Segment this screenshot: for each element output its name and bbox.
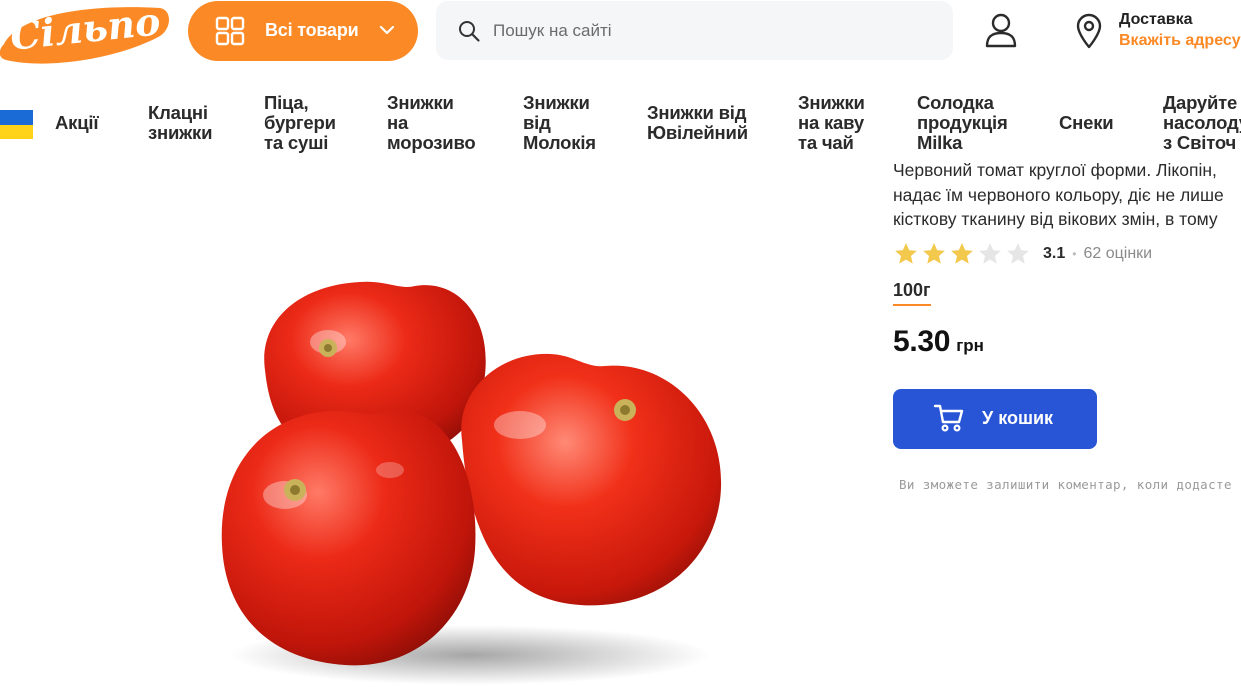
- nav-item-label: Знижки від: [647, 102, 747, 123]
- nav-item[interactable]: Даруйте насолоду з Світоч: [1163, 93, 1241, 153]
- search-bar: [436, 1, 953, 60]
- nav-item[interactable]: Знижки від Ювілейний: [647, 103, 748, 143]
- nav-item-label: Знижки: [798, 92, 865, 113]
- silpo-logo[interactable]: Сільпо: [0, 0, 172, 66]
- nav-item[interactable]: Снеки: [1059, 112, 1114, 133]
- product-price: 5.30 грн: [893, 325, 984, 359]
- rating-stars: [893, 241, 1033, 267]
- nav-item-label: Milka: [917, 132, 963, 153]
- nav-item-label: Солодка: [917, 92, 994, 113]
- nav-item-label: продукція: [917, 112, 1008, 133]
- nav-item[interactable]: Солодка продукція Milka: [917, 93, 1008, 153]
- nav-item[interactable]: Знижки на каву та чай: [798, 93, 865, 153]
- product-image: [221, 281, 722, 685]
- weight-option[interactable]: 100г: [893, 280, 931, 306]
- chevron-down-icon: [379, 25, 395, 35]
- nav-item-label: бургери: [264, 112, 336, 133]
- comment-note: Ви зможете залишити коментар, коли додас…: [899, 477, 1232, 492]
- grid-icon: [215, 16, 245, 46]
- separator-dot: •: [1072, 247, 1077, 261]
- price-value: 5.30: [893, 325, 951, 358]
- star-filled-icon: [895, 242, 917, 264]
- nav-item[interactable]: Знижки від Молокія: [523, 93, 596, 153]
- nav-item-label: та чай: [798, 132, 854, 153]
- nav-item-label: та суші: [264, 132, 329, 153]
- nav-item-label: морозиво: [387, 132, 476, 153]
- delivery-title: Доставка: [1119, 11, 1193, 28]
- price-currency: грн: [956, 336, 984, 355]
- search-icon[interactable]: [457, 19, 481, 43]
- logo-text: Сільпо: [8, 0, 162, 59]
- product-rating[interactable]: 3.1 • 62 оцінки: [893, 240, 1152, 268]
- description-line: Червоний томат круглої форми. Лікопін,: [893, 160, 1217, 180]
- nav-item-label: Знижки: [387, 92, 454, 113]
- nav-item[interactable]: Клацні знижки: [148, 103, 212, 143]
- nav-item[interactable]: Акції: [55, 112, 99, 133]
- add-to-cart-label: У кошик: [982, 408, 1054, 428]
- nav-item-label: Молокія: [523, 132, 596, 153]
- nav-item-label: на каву: [798, 112, 864, 133]
- nav-item-label: знижки: [148, 122, 213, 143]
- all-products-button[interactable]: Всі товари: [188, 1, 418, 61]
- user-icon[interactable]: [984, 12, 1018, 48]
- add-to-cart-button[interactable]: У кошик: [893, 389, 1097, 449]
- star-empty-icon: [1007, 242, 1029, 264]
- product-description: Червоний томат круглої форми. Лікопін, н…: [893, 158, 1241, 232]
- location-pin-icon[interactable]: [1074, 13, 1104, 49]
- star-filled-icon: [923, 242, 945, 264]
- nav-item[interactable]: Знижки на морозиво: [387, 93, 476, 153]
- nav-item-label: на: [387, 112, 409, 133]
- shopping-cart-icon: [933, 404, 964, 432]
- nav-item-label: Знижки: [523, 92, 590, 113]
- rating-value: 3.1: [1043, 245, 1066, 262]
- nav-item-label: Клацні: [148, 102, 208, 123]
- logo-icon: Сільпо: [0, 0, 169, 64]
- nav-item-label: Снеки: [1059, 112, 1114, 133]
- nav-item-label: насолоду: [1163, 112, 1241, 133]
- rating-count[interactable]: 62 оцінки: [1083, 245, 1152, 263]
- delivery-address-link[interactable]: Вкажіть адресу: [1119, 32, 1241, 50]
- nav-item[interactable]: Піца, бургери та суші: [264, 93, 336, 153]
- nav-item-label: Ювілейний: [647, 122, 748, 143]
- star-filled-icon: [951, 242, 973, 264]
- ukraine-flag-icon: [0, 110, 33, 139]
- search-input[interactable]: [493, 15, 913, 47]
- star-empty-icon: [979, 242, 1001, 264]
- nav-item-label: Піца,: [264, 92, 309, 113]
- description-line: кісткову тканину від вікових змін, в том…: [893, 209, 1218, 229]
- nav-item-label: Даруйте: [1163, 92, 1238, 113]
- nav-item-label: з Світоч: [1163, 132, 1237, 153]
- description-line: надає їм червоного кольору, діє не лише: [893, 184, 1224, 205]
- nav-item-label: від: [523, 112, 551, 133]
- nav-item-label: Акції: [55, 112, 99, 133]
- all-products-label: Всі товари: [265, 20, 359, 40]
